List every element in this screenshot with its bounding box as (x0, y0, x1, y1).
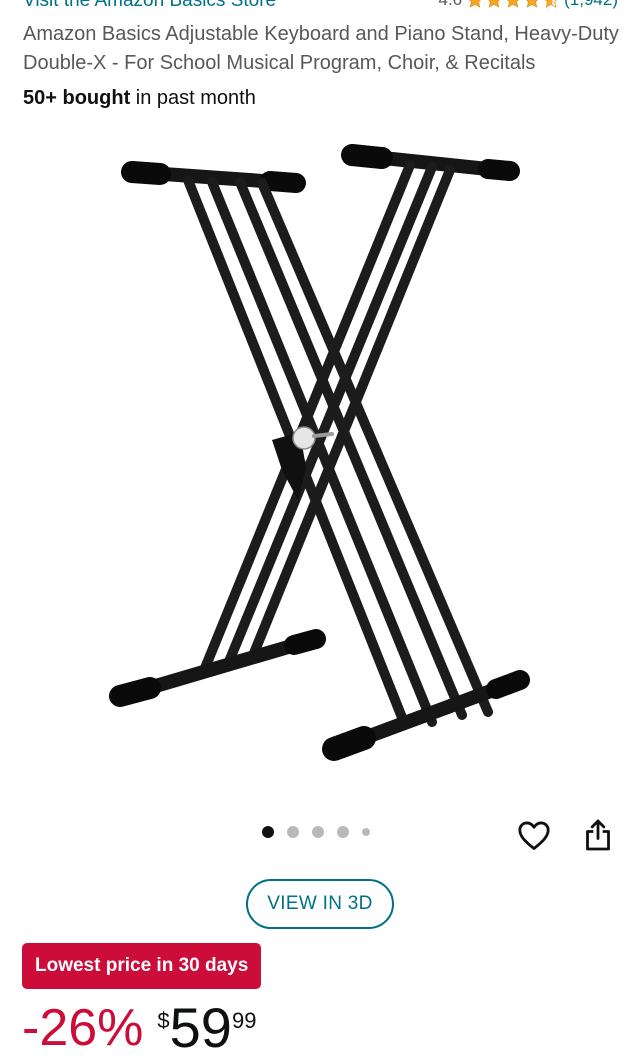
currency-symbol: $ (157, 1008, 170, 1033)
keyboard-stand-illustration (109, 144, 530, 761)
rating-value: 4.6 (438, 0, 462, 10)
store-rating-row: Visit the Amazon Basics Store 4.6 (1,942… (0, 0, 640, 18)
bought-count: 50+ bought (23, 87, 131, 109)
price-block: -26% $ 59 99 (22, 996, 256, 1060)
star-icon (469, 0, 482, 8)
image-carousel-dots[interactable] (262, 826, 370, 838)
price-fraction: 99 (231, 1008, 257, 1033)
rating-count-link[interactable]: (1,942) (564, 0, 618, 10)
carousel-dot[interactable] (312, 826, 324, 838)
share-icon (586, 819, 610, 851)
store-link[interactable]: Visit the Amazon Basics Store (23, 0, 276, 12)
product-title: Amazon Basics Adjustable Keyboard and Pi… (23, 23, 619, 74)
carousel-dot[interactable] (362, 828, 370, 836)
bought-period: in past month (130, 87, 256, 109)
heart-icon (518, 821, 550, 850)
star-icon (488, 0, 501, 8)
carousel-dot[interactable] (337, 826, 349, 838)
share-button[interactable] (578, 813, 618, 857)
lowest-price-badge: Lowest price in 30 days (22, 943, 262, 989)
bought-in-past-month: 50+ bought in past month (23, 87, 256, 110)
carousel-dot[interactable] (287, 826, 299, 838)
star-icon (507, 0, 520, 8)
price-whole: 59 (169, 996, 232, 1059)
discount-percent: -26% (22, 999, 144, 1057)
wishlist-button[interactable] (514, 815, 554, 855)
star-rating (466, 0, 560, 9)
carousel-dot-active[interactable] (262, 826, 274, 838)
view-in-3d-button[interactable]: VIEW IN 3D (246, 879, 394, 929)
rating-summary[interactable]: 4.6 (1,942) (438, 0, 618, 10)
star-icon (526, 0, 539, 8)
product-image[interactable] (100, 130, 540, 780)
half-star-icon (545, 0, 558, 8)
